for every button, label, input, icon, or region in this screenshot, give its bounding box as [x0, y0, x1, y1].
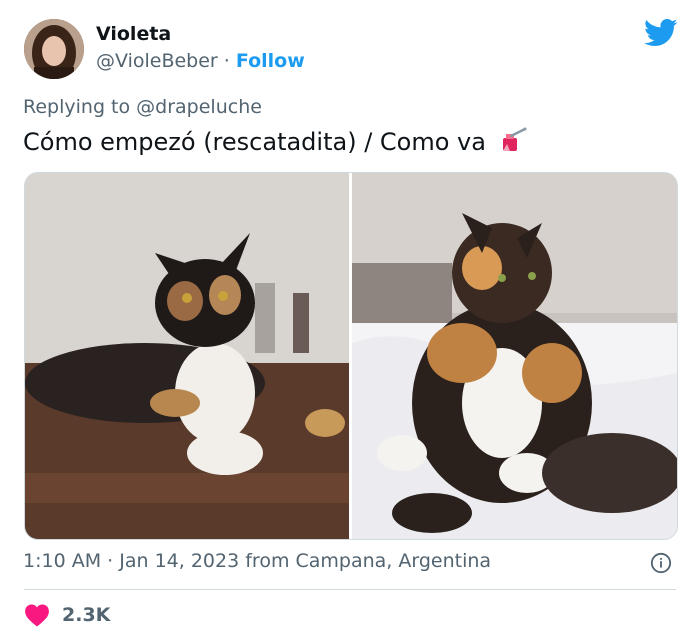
reply-mention-link[interactable]: @drapeluche [136, 96, 262, 118]
cat-photo-before[interactable] [25, 173, 349, 539]
from-label: from [245, 550, 290, 572]
like-count: 2.3K [62, 604, 111, 626]
tweet-meta: 1:10 AM · Jan 14, 2023 from Campana, Arg… [23, 550, 491, 572]
tweet-time[interactable]: 1:10 AM [23, 550, 101, 572]
tweet-body: Cómo empezó (rescatadita) / Como va [23, 128, 486, 156]
tweet-location[interactable]: Campana, Argentina [296, 550, 492, 572]
tweet-date[interactable]: Jan 14, 2023 [119, 550, 239, 572]
twitter-bird-icon[interactable] [644, 18, 678, 48]
avatar[interactable] [24, 19, 84, 79]
replying-prefix: Replying to [23, 96, 131, 118]
author-handle[interactable]: @VioleBeber [96, 50, 218, 72]
follow-button[interactable]: Follow [236, 50, 305, 72]
tweet-text: Cómo empezó (rescatadita) / Como va [23, 127, 528, 159]
heart-icon [25, 604, 49, 627]
author-name[interactable]: Violeta [96, 23, 171, 45]
author-handle-line: @VioleBeber · Follow [96, 50, 305, 72]
nail-polish-emoji-icon [500, 127, 528, 159]
replying-to: Replying to @drapeluche [23, 96, 262, 118]
info-icon[interactable] [650, 552, 672, 574]
divider [24, 589, 676, 590]
cat-photo-now[interactable] [352, 173, 677, 539]
like-button[interactable]: 2.3K [24, 602, 110, 628]
handle-separator: · [223, 50, 230, 72]
tweet-media[interactable] [24, 172, 678, 540]
meta-separator: · [107, 550, 114, 572]
avatar-image [24, 19, 84, 79]
